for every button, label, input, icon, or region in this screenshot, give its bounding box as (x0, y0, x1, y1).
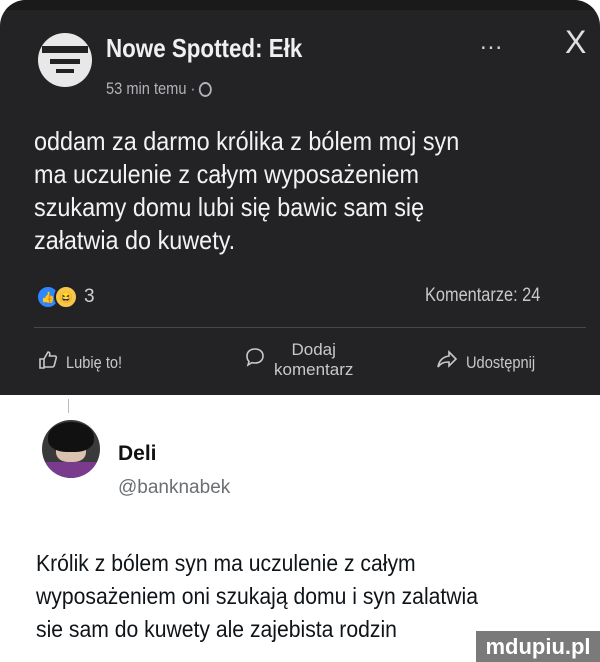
comment-label: Dodaj komentarz (274, 340, 353, 380)
comment-label-line2: komentarz (274, 360, 354, 379)
post-time-text: 53 min temu · (106, 79, 196, 98)
avatar-shirt (46, 462, 96, 478)
user-avatar[interactable] (42, 420, 100, 478)
comment-bubble-icon (244, 346, 266, 374)
page-name[interactable]: Nowe Spotted: Ełk (106, 33, 302, 64)
watermark-logo: mdupiu.pl (476, 631, 600, 662)
facebook-post: Nowe Spotted: Ełk 53 min temu · ... X od… (0, 0, 600, 395)
like-button[interactable]: Lubię to! (38, 350, 131, 376)
more-options-button[interactable]: ... (480, 28, 503, 56)
comments-count-link[interactable]: Komentarze: 24 (425, 285, 540, 307)
share-label: Udostępnij (466, 353, 536, 372)
page-avatar[interactable] (38, 33, 92, 87)
like-label: Lubię to! (66, 353, 123, 372)
comment-button[interactable]: Dodaj komentarz (244, 340, 353, 380)
avatar-logo-band (42, 46, 88, 53)
avatar-logo-band (50, 59, 80, 64)
haha-reaction-icon: 😆 (54, 285, 78, 309)
share-arrow-icon (436, 350, 458, 376)
close-button[interactable]: X (565, 24, 586, 61)
avatar-hair (48, 422, 94, 452)
screenshot-frame: Nowe Spotted: Ełk 53 min temu · ... X od… (0, 0, 600, 662)
reaction-count: 3 (84, 286, 95, 307)
reactions-summary[interactable]: 👍 😆 3 (36, 285, 95, 309)
user-handle[interactable]: @banknabek (118, 477, 230, 499)
top-bar (0, 0, 600, 10)
comment-label-line1: Dodaj (291, 340, 336, 359)
user-display-name[interactable]: Deli (118, 442, 157, 466)
share-button[interactable]: Udostępnij (436, 350, 546, 376)
post-text: oddam za darmo królika z bólem moj syn m… (34, 126, 460, 255)
thumbs-up-icon (38, 350, 58, 376)
divider (34, 327, 586, 328)
tweet-card: Deli @banknabek Królik z bólem syn ma uc… (0, 395, 600, 662)
thread-line (68, 399, 69, 413)
globe-icon (198, 82, 212, 98)
avatar-logo-band (56, 69, 74, 73)
post-time[interactable]: 53 min temu · (106, 79, 212, 99)
